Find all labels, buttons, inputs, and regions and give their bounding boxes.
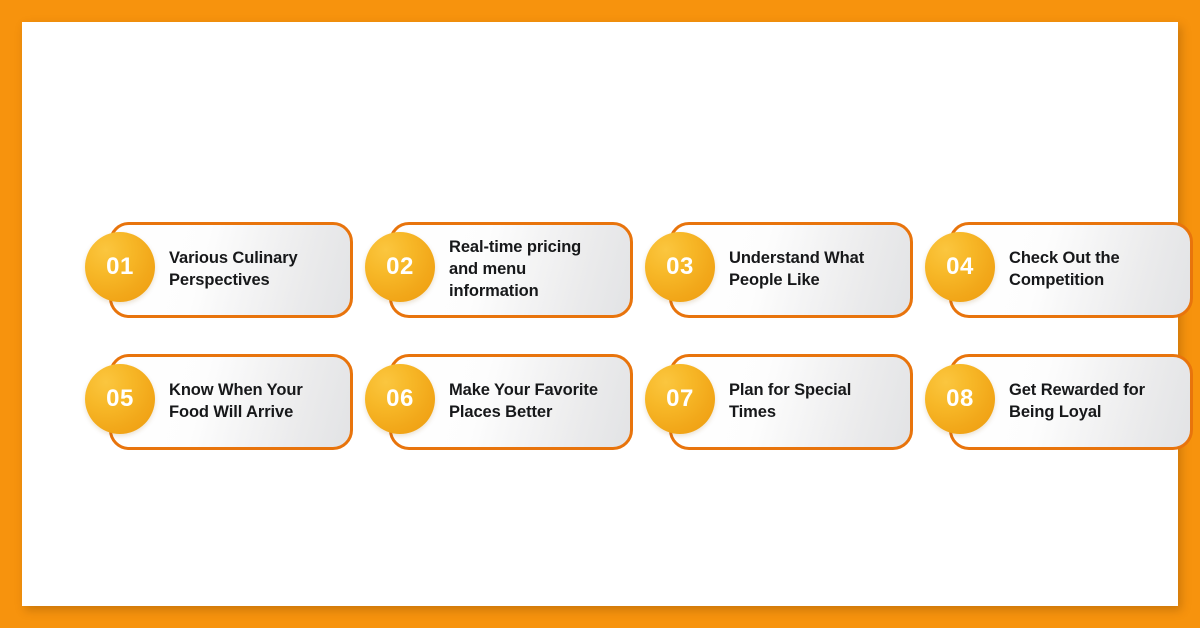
card-number-label: 08: [946, 385, 974, 412]
card-title: Make Your Favorite Places Better: [449, 381, 598, 421]
card-number-badge: 03: [645, 232, 715, 302]
feature-card-03[interactable]: 03 Understand What People Like: [645, 200, 925, 332]
card-number-badge: 08: [925, 364, 995, 434]
card-title: Check Out the Competition: [1009, 249, 1120, 289]
feature-card-grid: 01 Various Culinary Perspectives 02 Real…: [85, 200, 1193, 464]
card-number-label: 05: [106, 385, 134, 412]
feature-card-01[interactable]: 01 Various Culinary Perspectives: [85, 200, 365, 332]
card-number-badge: 01: [85, 232, 155, 302]
card-title: Know When Your Food Will Arrive: [169, 381, 303, 421]
feature-card-06[interactable]: 06 Make Your Favorite Places Better: [365, 332, 645, 464]
card-number-badge: 07: [645, 364, 715, 434]
feature-card-04[interactable]: 04 Check Out the Competition: [925, 200, 1200, 332]
card-title: Understand What People Like: [729, 249, 865, 289]
card-number-label: 02: [386, 253, 414, 280]
feature-card-05[interactable]: 05 Know When Your Food Will Arrive: [85, 332, 365, 464]
feature-card-07[interactable]: 07 Plan for Special Times: [645, 332, 925, 464]
feature-card-02[interactable]: 02 Real-time pricing and menu informatio…: [365, 200, 645, 332]
card-title: Various Culinary Perspectives: [169, 249, 298, 289]
card-number-label: 06: [386, 385, 414, 412]
feature-card-08[interactable]: 08 Get Rewarded for Being Loyal: [925, 332, 1200, 464]
card-number-badge: 05: [85, 364, 155, 434]
card-number-label: 04: [946, 253, 974, 280]
card-title: Get Rewarded for Being Loyal: [1009, 381, 1145, 421]
infographic-poster: 01 Various Culinary Perspectives 02 Real…: [0, 0, 1200, 628]
card-number-label: 01: [106, 253, 134, 280]
card-number-badge: 04: [925, 232, 995, 302]
card-title: Real-time pricing and menu information: [449, 238, 582, 300]
card-number-badge: 02: [365, 232, 435, 302]
white-canvas: 01 Various Culinary Perspectives 02 Real…: [22, 22, 1193, 606]
card-number-label: 07: [666, 385, 694, 412]
card-number-label: 03: [666, 253, 694, 280]
card-title: Plan for Special Times: [729, 381, 852, 421]
card-number-badge: 06: [365, 364, 435, 434]
